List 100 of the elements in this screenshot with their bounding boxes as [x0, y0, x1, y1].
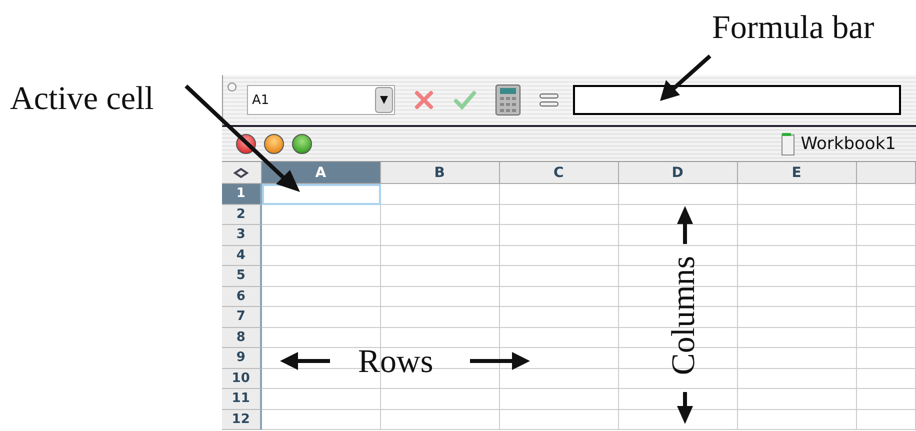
formula-bar-label: Formula bar: [712, 12, 874, 45]
cell[interactable]: [380, 266, 500, 286]
cell[interactable]: [856, 204, 916, 225]
cell[interactable]: [738, 266, 857, 286]
cell[interactable]: [856, 246, 916, 266]
cell[interactable]: [738, 246, 857, 266]
row-header[interactable]: 8: [222, 328, 262, 348]
cell[interactable]: [500, 307, 619, 328]
cell[interactable]: [500, 184, 619, 204]
cell[interactable]: [738, 286, 857, 307]
window-title: Workbook1: [800, 134, 896, 154]
cell[interactable]: [856, 266, 916, 286]
cell[interactable]: [618, 184, 738, 204]
cell[interactable]: [500, 348, 619, 368]
column-header[interactable]: D: [618, 162, 738, 184]
row-header[interactable]: 4: [222, 246, 262, 266]
name-box[interactable]: A1: [247, 85, 395, 115]
cell[interactable]: [738, 348, 857, 368]
cell[interactable]: [618, 410, 738, 430]
active-cell-label: Active cell: [10, 83, 154, 116]
row-header[interactable]: 10: [222, 368, 262, 389]
row-header[interactable]: 3: [222, 225, 262, 246]
cell[interactable]: [262, 204, 381, 225]
cell[interactable]: [856, 286, 916, 307]
cell[interactable]: [500, 410, 619, 430]
cell[interactable]: [262, 225, 381, 246]
cell[interactable]: [262, 389, 381, 410]
cell[interactable]: [500, 286, 619, 307]
cell[interactable]: [380, 286, 500, 307]
cell[interactable]: [738, 307, 857, 328]
row-header[interactable]: 5: [222, 266, 262, 286]
arrow: [660, 54, 712, 101]
column-header[interactable]: [856, 162, 916, 184]
cancel-icon[interactable]: [413, 89, 435, 111]
cell[interactable]: [500, 246, 619, 266]
rows-label: Rows: [358, 346, 434, 379]
cell[interactable]: [262, 266, 381, 286]
cell[interactable]: [500, 204, 619, 225]
cell[interactable]: [738, 225, 857, 246]
cell[interactable]: [262, 286, 381, 307]
grip-icon[interactable]: [227, 81, 237, 93]
cell[interactable]: [738, 368, 857, 389]
active-cell[interactable]: [262, 184, 381, 204]
checkmark-icon[interactable]: [453, 89, 477, 111]
row-header[interactable]: 12: [222, 410, 262, 430]
cell[interactable]: [618, 225, 738, 246]
cell[interactable]: [856, 307, 916, 328]
cell[interactable]: [856, 328, 916, 348]
column-header[interactable]: C: [500, 162, 619, 184]
cell[interactable]: [380, 389, 500, 410]
cell[interactable]: [738, 184, 857, 204]
cell[interactable]: [380, 246, 500, 266]
cell[interactable]: [500, 225, 619, 246]
calculator-icon[interactable]: [495, 84, 521, 116]
column-header[interactable]: A: [262, 162, 381, 184]
cell[interactable]: [380, 204, 500, 225]
cell[interactable]: [738, 204, 857, 225]
cell[interactable]: [856, 410, 916, 430]
cell[interactable]: [380, 225, 500, 246]
equals-icon[interactable]: [539, 92, 559, 108]
arrow: [677, 392, 693, 424]
cell[interactable]: [262, 410, 381, 430]
cell[interactable]: [856, 368, 916, 389]
row-header[interactable]: 1: [222, 184, 262, 204]
row-header[interactable]: 11: [222, 389, 262, 410]
caret-icon[interactable]: [375, 87, 393, 113]
select-all-corner[interactable]: [222, 162, 262, 184]
cell[interactable]: [618, 389, 738, 410]
arrow: [470, 352, 530, 370]
column-header[interactable]: E: [738, 162, 856, 184]
row-header[interactable]: 9: [222, 348, 262, 368]
cell[interactable]: [380, 328, 500, 348]
arrow: [677, 206, 693, 244]
cell[interactable]: [738, 328, 857, 348]
document-icon: [780, 132, 795, 156]
cell[interactable]: [500, 389, 619, 410]
cell[interactable]: [500, 328, 619, 348]
cell[interactable]: [500, 266, 619, 286]
cell[interactable]: [856, 225, 916, 246]
cell[interactable]: [262, 307, 381, 328]
cell[interactable]: [738, 410, 857, 430]
arrow: [280, 352, 330, 370]
cell[interactable]: [380, 184, 500, 204]
minimize-button[interactable]: [264, 134, 284, 154]
row-header[interactable]: 6: [222, 286, 262, 307]
cell[interactable]: [856, 348, 916, 368]
row-header[interactable]: 7: [222, 307, 262, 328]
cell[interactable]: [856, 184, 916, 204]
cell[interactable]: [856, 389, 916, 410]
cell[interactable]: [262, 246, 381, 266]
cell[interactable]: [500, 368, 619, 389]
zoom-button[interactable]: [292, 134, 312, 154]
formula-field[interactable]: [573, 85, 901, 115]
cell[interactable]: [262, 328, 381, 348]
cell[interactable]: [380, 307, 500, 328]
diamond-icon: [233, 168, 250, 178]
cell[interactable]: [380, 410, 500, 430]
row-header[interactable]: 2: [222, 204, 262, 225]
cell[interactable]: [738, 389, 857, 410]
column-header[interactable]: B: [380, 162, 500, 184]
